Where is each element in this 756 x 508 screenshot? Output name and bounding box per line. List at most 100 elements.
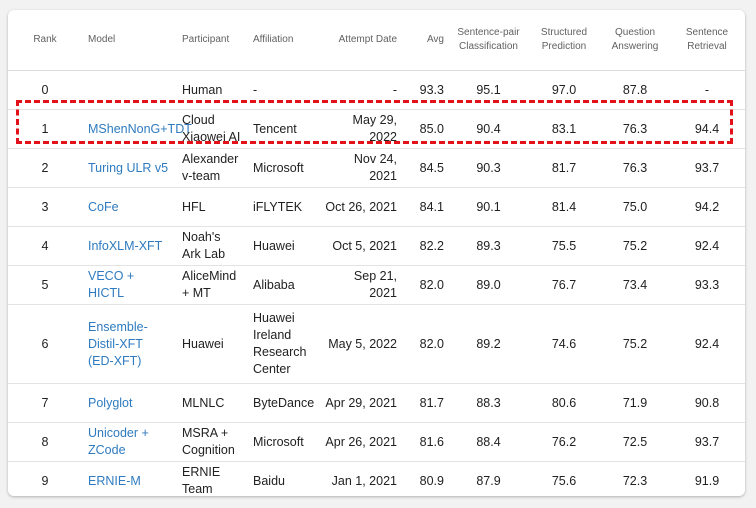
avg-cell: 80.9 bbox=[403, 461, 450, 496]
model-link[interactable]: Unicoder + ZCode bbox=[88, 426, 149, 457]
header-participant: Participant bbox=[176, 10, 247, 71]
affiliation-cell: Alibaba bbox=[247, 265, 319, 305]
sentence-retrieval-cell: 93.7 bbox=[669, 148, 745, 188]
rank-cell: 5 bbox=[8, 265, 82, 305]
model-cell: Turing ULR v5 bbox=[82, 148, 176, 188]
model-link[interactable]: Turing ULR v5 bbox=[88, 161, 168, 175]
affiliation-cell: Huawei Ireland Research Center bbox=[247, 304, 319, 384]
model-link[interactable]: MShenNonG+TDT bbox=[88, 122, 192, 136]
sentence-retrieval-cell: 94.4 bbox=[669, 109, 745, 149]
avg-cell: 81.6 bbox=[403, 422, 450, 462]
model-cell: VECO + HICTL bbox=[82, 265, 176, 305]
avg-cell: 93.3 bbox=[403, 70, 450, 110]
structured-prediction-cell: 76.2 bbox=[527, 422, 601, 462]
structured-prediction-cell: 83.1 bbox=[527, 109, 601, 149]
participant-cell: Human bbox=[176, 70, 247, 110]
header-affiliation: Affiliation bbox=[247, 10, 319, 71]
avg-cell: 82.0 bbox=[403, 304, 450, 384]
structured-prediction-cell: 76.7 bbox=[527, 265, 601, 305]
header-attempt-date: Attempt Date bbox=[319, 10, 403, 71]
header-structured-prediction: Structured Prediction bbox=[527, 10, 601, 71]
affiliation-cell: Microsoft bbox=[247, 148, 319, 188]
participant-cell: HFL bbox=[176, 187, 247, 227]
attempt-date-cell: - bbox=[319, 70, 403, 110]
rank-cell: 2 bbox=[8, 148, 82, 188]
header-question-answering: Question Answering bbox=[601, 10, 669, 71]
question-answering-cell: 76.3 bbox=[601, 148, 669, 188]
model-cell: ERNIE-M bbox=[82, 461, 176, 496]
sentence-pair-classification-cell: 90.1 bbox=[450, 187, 527, 227]
attempt-date-cell: Oct 26, 2021 bbox=[319, 187, 403, 227]
table-row: 9 ERNIE-M ERNIE Team Baidu Jan 1, 2021 80.9 87… bbox=[8, 461, 745, 496]
participant-cell: MSRA + Cognition bbox=[176, 422, 247, 462]
sentence-retrieval-cell: 92.4 bbox=[669, 304, 745, 384]
sentence-retrieval-cell: 94.2 bbox=[669, 187, 745, 227]
participant-cell: Alexander v-team bbox=[176, 148, 247, 188]
model-cell: Unicoder + ZCode bbox=[82, 422, 176, 462]
sentence-retrieval-cell: 92.4 bbox=[669, 226, 745, 266]
model-link[interactable]: Ensemble-Distil-XFT (ED-XFT) bbox=[88, 320, 148, 368]
question-answering-cell: 75.0 bbox=[601, 187, 669, 227]
sentence-retrieval-cell: - bbox=[669, 70, 745, 110]
question-answering-cell: 75.2 bbox=[601, 304, 669, 384]
structured-prediction-cell: 74.6 bbox=[527, 304, 601, 384]
sentence-pair-classification-cell: 90.4 bbox=[450, 109, 527, 149]
attempt-date-cell: Oct 5, 2021 bbox=[319, 226, 403, 266]
model-link[interactable]: Polyglot bbox=[88, 396, 132, 410]
structured-prediction-cell: 81.4 bbox=[527, 187, 601, 227]
avg-cell: 81.7 bbox=[403, 383, 450, 423]
rank-cell: 0 bbox=[8, 70, 82, 110]
rank-cell: 7 bbox=[8, 383, 82, 423]
avg-cell: 82.0 bbox=[403, 265, 450, 305]
attempt-date-cell: Nov 24, 2021 bbox=[319, 148, 403, 188]
table-row: 8 Unicoder + ZCode MSRA + Cognition Microso… bbox=[8, 422, 745, 462]
model-link[interactable]: ERNIE-M bbox=[88, 474, 141, 488]
attempt-date-cell: May 5, 2022 bbox=[319, 304, 403, 384]
table-row: 7 Polyglot MLNLC ByteDance Apr 29, 2021 81.7 8… bbox=[8, 383, 745, 423]
model-link[interactable]: VECO + HICTL bbox=[88, 269, 134, 300]
attempt-date-cell: May 29, 2022 bbox=[319, 109, 403, 149]
question-answering-cell: 76.3 bbox=[601, 109, 669, 149]
avg-cell: 82.2 bbox=[403, 226, 450, 266]
sentence-retrieval-cell: 91.9 bbox=[669, 461, 745, 496]
table-row: 4 InfoXLM-XFT Noah's Ark Lab Huawei Oct 5, 2… bbox=[8, 226, 745, 266]
model-link[interactable]: InfoXLM-XFT bbox=[88, 239, 162, 253]
question-answering-cell: 75.2 bbox=[601, 226, 669, 266]
question-answering-cell: 71.9 bbox=[601, 383, 669, 423]
model-link[interactable]: CoFe bbox=[88, 200, 119, 214]
sentence-retrieval-cell: 93.7 bbox=[669, 422, 745, 462]
header-model: Model bbox=[82, 10, 176, 71]
header-sentence-retrieval: Sentence Retrieval bbox=[669, 10, 745, 71]
structured-prediction-cell: 75.6 bbox=[527, 461, 601, 496]
attempt-date-cell: Apr 29, 2021 bbox=[319, 383, 403, 423]
table-header-row: Rank Model Participant Affiliation Attem… bbox=[8, 10, 745, 71]
leaderboard-table: Rank Model Participant Affiliation Attem… bbox=[8, 10, 745, 496]
affiliation-cell: Microsoft bbox=[247, 422, 319, 462]
avg-cell: 84.5 bbox=[403, 148, 450, 188]
question-answering-cell: 72.3 bbox=[601, 461, 669, 496]
participant-cell: ERNIE Team bbox=[176, 461, 247, 496]
table-row: 1 MShenNonG+TDT Cloud Xiaowei AI Tencent May… bbox=[8, 109, 745, 149]
attempt-date-cell: Jan 1, 2021 bbox=[319, 461, 403, 496]
structured-prediction-cell: 80.6 bbox=[527, 383, 601, 423]
question-answering-cell: 72.5 bbox=[601, 422, 669, 462]
model-cell: CoFe bbox=[82, 187, 176, 227]
avg-cell: 84.1 bbox=[403, 187, 450, 227]
table-row: 5 VECO + HICTL AliceMind + MT Alibaba Sep 21… bbox=[8, 265, 745, 305]
leaderboard-card: Rank Model Participant Affiliation Attem… bbox=[8, 10, 745, 496]
sentence-pair-classification-cell: 88.4 bbox=[450, 422, 527, 462]
model-cell: MShenNonG+TDT bbox=[82, 109, 192, 149]
sentence-pair-classification-cell: 89.3 bbox=[450, 226, 527, 266]
participant-cell: MLNLC bbox=[176, 383, 247, 423]
avg-cell: 85.0 bbox=[403, 109, 450, 149]
sentence-pair-classification-cell: 87.9 bbox=[450, 461, 527, 496]
question-answering-cell: 87.8 bbox=[601, 70, 669, 110]
affiliation-cell: iFLYTEK bbox=[247, 187, 319, 227]
model-cell: InfoXLM-XFT bbox=[82, 226, 176, 266]
header-avg: Avg bbox=[403, 10, 450, 71]
table-row: 3 CoFe HFL iFLYTEK Oct 26, 2021 84.1 90.1 81.4 7… bbox=[8, 187, 745, 227]
affiliation-cell: Huawei bbox=[247, 226, 319, 266]
sentence-pair-classification-cell: 89.2 bbox=[450, 304, 527, 384]
rank-cell: 1 bbox=[8, 109, 82, 149]
rank-cell: 9 bbox=[8, 461, 82, 496]
